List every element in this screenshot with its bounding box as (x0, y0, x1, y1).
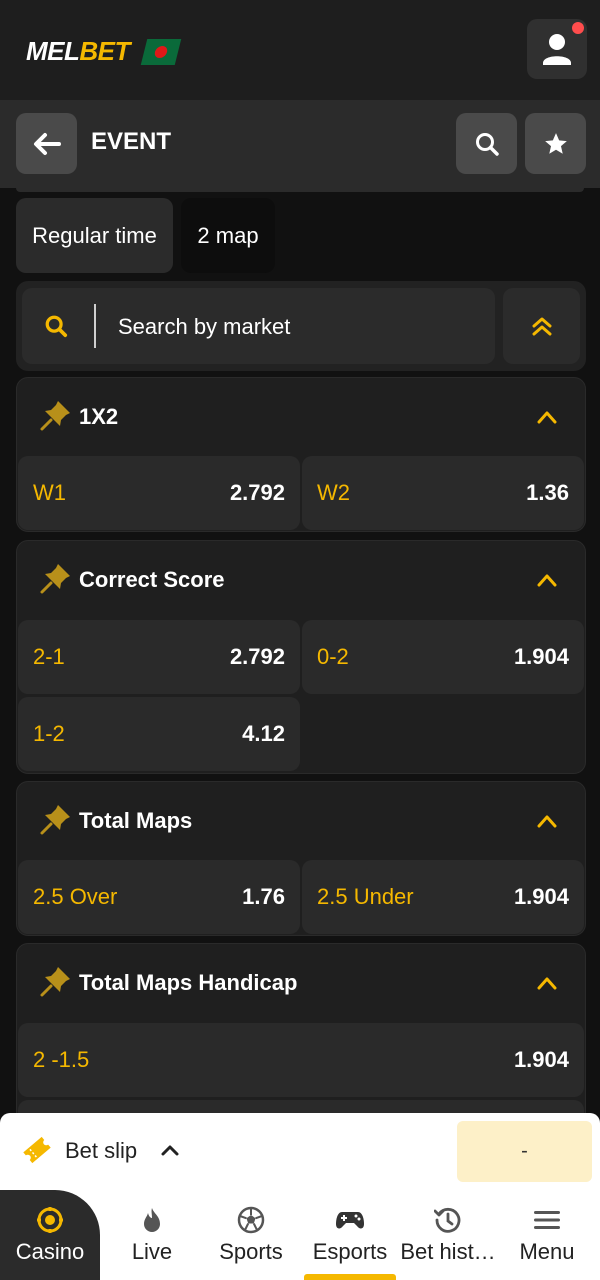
history-icon (434, 1207, 461, 1233)
nav-bet-history[interactable]: Bet hist… (398, 1190, 498, 1280)
search-placeholder: Search by market (118, 314, 291, 339)
logo-text-mel: MEL (26, 36, 80, 66)
odd-value: 1.904 (513, 644, 569, 669)
market-title: Total Maps Handicap (79, 970, 298, 995)
bet-slip-label: Bet slip (65, 1138, 138, 1163)
page-title: EVENT (91, 128, 172, 155)
odd-label: 0-2 (317, 644, 349, 669)
nav-live[interactable]: Live (102, 1190, 202, 1280)
market-1x2: 1X2 W1 2.792 W2 1.36 (16, 377, 586, 532)
gamepad-icon (336, 1212, 364, 1229)
back-button[interactable] (16, 113, 77, 174)
odd-label: 2.5 Under (317, 884, 414, 909)
pin-icon[interactable] (39, 398, 73, 432)
odd-value: 1.36 (526, 480, 569, 505)
market-title: Correct Score (79, 567, 225, 592)
flame-icon (144, 1208, 160, 1232)
nav-casino[interactable]: Casino (0, 1190, 100, 1280)
odd-label: 1-2 (33, 721, 65, 746)
arrow-left-icon (33, 132, 61, 155)
casino-chip-icon (37, 1207, 63, 1233)
top-bar: MELBET (0, 0, 600, 100)
active-tab-indicator (304, 1274, 396, 1280)
market-total-maps: Total Maps 2.5 Over 1.76 2.5 Under 1.904 (16, 781, 586, 936)
bangladesh-flag-icon (140, 38, 182, 65)
ticket-icon (23, 1136, 51, 1164)
nav-menu-label: Menu (519, 1239, 575, 1264)
pin-icon[interactable] (39, 561, 73, 595)
nav-sports[interactable]: Sports (201, 1190, 301, 1280)
event-header: EVENT (0, 100, 600, 188)
odd-value: 1.76 (242, 884, 285, 909)
odd-button[interactable]: 1-2 4.12 (18, 697, 300, 771)
nav-sports-label: Sports (219, 1239, 283, 1264)
bottom-navigation: Casino Live Sports Esports Bet hist… Men… (0, 1190, 600, 1280)
market-header[interactable]: Total Maps (17, 782, 585, 858)
collapse-all-button[interactable] (503, 288, 580, 364)
market-header[interactable]: 1X2 (17, 378, 585, 454)
nav-live-label: Live (131, 1239, 173, 1264)
odd-button[interactable]: 2.5 Under 1.904 (302, 860, 584, 934)
notification-dot (572, 22, 584, 34)
odd-button[interactable]: 2 -1.5 1.904 (18, 1023, 584, 1097)
odd-label: W1 (33, 480, 66, 505)
nav-bet-history-label: Bet hist… (400, 1239, 496, 1264)
hamburger-menu-icon (534, 1211, 560, 1229)
odd-button[interactable]: W2 1.36 (302, 456, 584, 530)
tab-2-map[interactable]: 2 map (181, 198, 275, 273)
odd-button[interactable]: 2-1 2.792 (18, 620, 300, 694)
chevron-up-icon[interactable] (537, 573, 557, 587)
search-icon (45, 315, 68, 338)
chevron-up-icon[interactable] (160, 1143, 180, 1157)
search-button[interactable] (456, 113, 517, 174)
header-divider (16, 188, 584, 192)
market-title: Total Maps (79, 808, 193, 833)
tab-regular-time[interactable]: Regular time (16, 198, 173, 273)
odd-value: 2.792 (229, 480, 285, 505)
bet-slip-value[interactable]: - (457, 1121, 592, 1182)
odd-value: 1.904 (513, 884, 569, 909)
market-title: 1X2 (79, 404, 119, 429)
pin-icon[interactable] (39, 802, 73, 836)
favorite-button[interactable] (525, 113, 586, 174)
nav-esports-label: Esports (312, 1239, 388, 1264)
odd-button[interactable]: 0-2 1.904 (302, 620, 584, 694)
market-header[interactable]: Total Maps Handicap (17, 944, 585, 1020)
double-chevron-up-icon (532, 317, 551, 336)
melbet-logo[interactable]: MELBET (26, 36, 182, 67)
nav-menu[interactable]: Menu (497, 1190, 597, 1280)
search-input[interactable]: Search by market (22, 288, 495, 364)
market-header[interactable]: Correct Score (17, 541, 585, 617)
pin-icon[interactable] (39, 964, 73, 998)
nav-esports[interactable]: Esports (300, 1190, 400, 1280)
user-account-button[interactable] (527, 19, 587, 79)
odd-value: 1.904 (513, 1047, 569, 1072)
search-icon (475, 132, 499, 156)
star-icon (544, 132, 567, 154)
chevron-up-icon[interactable] (537, 410, 557, 424)
odd-value: 2.792 (229, 644, 285, 669)
nav-casino-label: Casino (15, 1239, 85, 1264)
chevron-up-icon[interactable] (537, 976, 557, 990)
logo-text-bet: BET (79, 36, 130, 66)
odd-button[interactable]: W1 2.792 (18, 456, 300, 530)
bet-slip-bar[interactable]: Bet slip - (0, 1113, 600, 1190)
market-search-panel: Search by market (16, 281, 586, 371)
odd-button[interactable]: 2.5 Over 1.76 (18, 860, 300, 934)
market-correct-score: Correct Score 2-1 2.792 0-2 1.904 1-2 4.… (16, 540, 586, 774)
soccer-ball-icon (237, 1206, 265, 1234)
odd-label: 2 -1.5 (33, 1047, 90, 1072)
odd-value: 4.12 (242, 721, 285, 746)
odd-label: 2.5 Over (33, 884, 118, 909)
search-divider (94, 304, 96, 348)
chevron-up-icon[interactable] (537, 814, 557, 828)
odd-label: W2 (317, 480, 350, 505)
odd-label: 2-1 (33, 644, 65, 669)
